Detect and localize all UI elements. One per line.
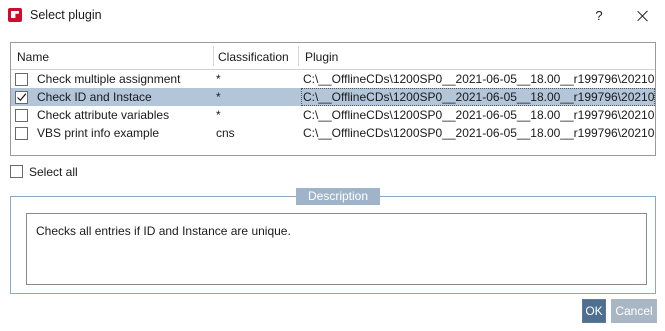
select-all-label: Select all [29,165,78,179]
column-header-plugin[interactable]: Plugin [305,50,338,64]
plugin-classification: cns [216,126,235,140]
column-divider[interactable] [213,46,214,66]
column-divider[interactable] [298,46,299,66]
window-title: Select plugin [30,8,102,22]
table-row-selected[interactable]: Check ID and Instace * C:\__OfflineCDs\1… [11,88,655,106]
description-box: Checks all entries if ID and Instance ar… [26,213,647,285]
description-title: Description [296,188,380,205]
close-icon[interactable] [633,6,653,26]
cancel-button[interactable]: Cancel [611,299,657,323]
plugin-name: VBS print info example [37,126,160,140]
row-checkbox[interactable] [15,127,28,140]
row-checkbox[interactable] [15,109,28,122]
description-text: Checks all entries if ID and Instance ar… [36,224,291,238]
title-bar: Select plugin ? [0,0,665,32]
help-button[interactable]: ? [589,6,609,26]
checkmark-icon [17,93,27,102]
plugin-classification: * [216,72,221,86]
column-header-classification[interactable]: Classification [218,50,289,64]
table-row[interactable]: VBS print info example cns C:\__OfflineC… [11,124,655,142]
table-header: Name Classification Plugin [11,43,655,70]
row-checkbox[interactable] [15,73,28,86]
plugin-table: Name Classification Plugin Check multipl… [10,42,656,156]
description-group: Description Checks all entries if ID and… [10,188,656,294]
plugin-classification: * [216,90,221,104]
plugin-classification: * [216,108,221,122]
plugin-path: C:\__OfflineCDs\1200SP0__2021-06-05__18.… [303,108,655,122]
plugin-path: C:\__OfflineCDs\1200SP0__2021-06-05__18.… [303,72,655,86]
plugin-name: Check ID and Instace [37,90,152,104]
select-all-checkbox[interactable]: Select all [10,164,130,180]
table-row[interactable]: Check attribute variables * C:\__Offline… [11,106,655,124]
select-all-box[interactable] [10,165,23,178]
ok-button[interactable]: OK [582,299,606,323]
row-checkbox-checked[interactable] [15,91,28,104]
column-header-name[interactable]: Name [17,50,49,64]
plugin-path: C:\__OfflineCDs\1200SP0__2021-06-05__18.… [303,126,655,140]
app-icon [8,8,22,22]
plugin-name: Check attribute variables [37,108,170,122]
plugin-path: C:\__OfflineCDs\1200SP0__2021-06-05__18.… [301,88,655,106]
table-row[interactable]: Check multiple assignment * C:\__Offline… [11,70,655,88]
plugin-name: Check multiple assignment [37,72,181,86]
